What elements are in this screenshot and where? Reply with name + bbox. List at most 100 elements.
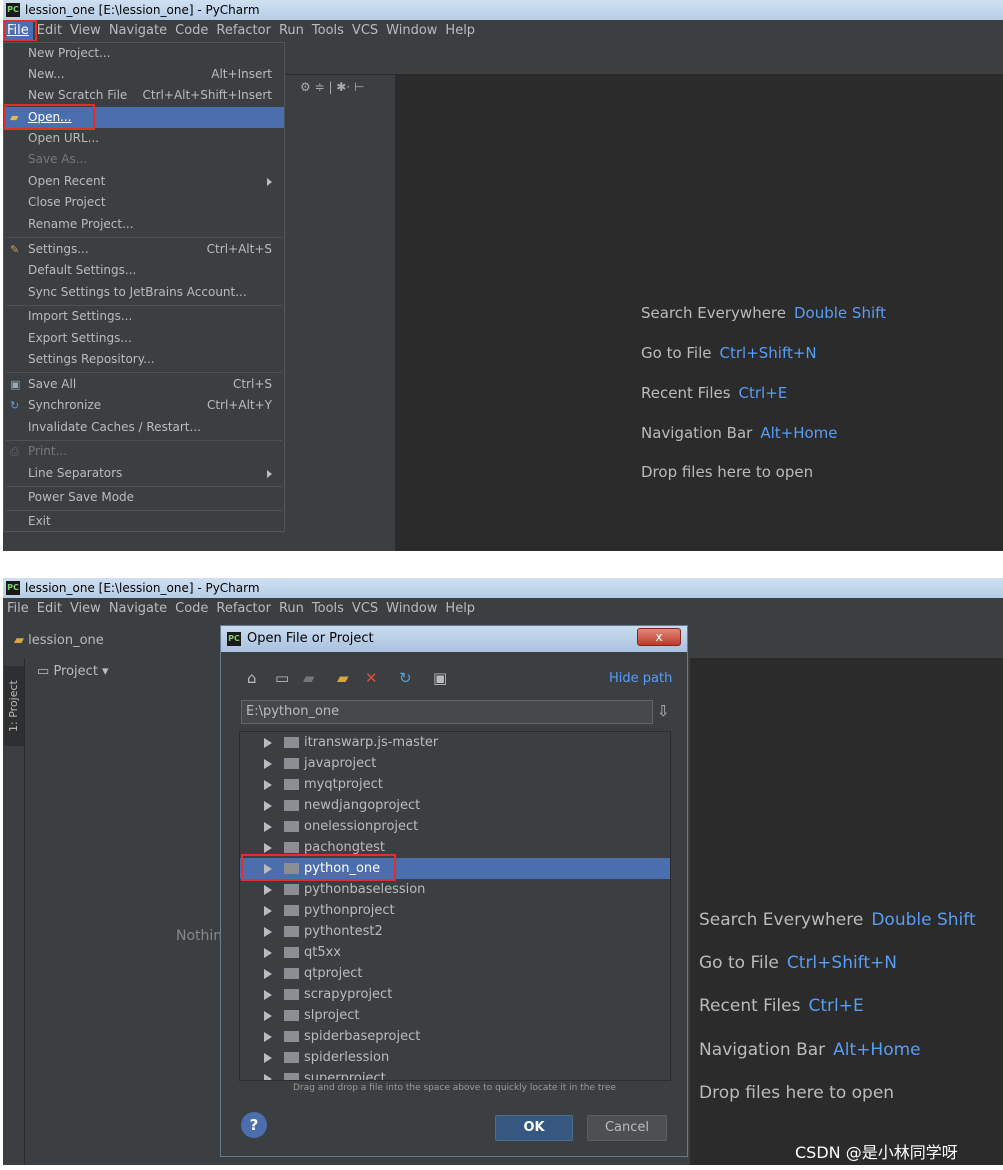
menu-item-new-project[interactable]: New Project... <box>4 43 284 64</box>
tree-row[interactable]: pythonbaselession <box>240 879 670 900</box>
menu-file[interactable]: File <box>3 598 33 619</box>
cancel-button[interactable]: Cancel <box>587 1115 667 1141</box>
window-title: lession_one [E:\lession_one] - PyCharm <box>25 581 260 595</box>
menu-edit[interactable]: Edit <box>33 598 66 619</box>
refresh-icon[interactable]: ↻ <box>399 669 412 687</box>
menu-vcs[interactable]: VCS <box>348 20 382 41</box>
tree-row[interactable]: pythontest2 <box>240 921 670 942</box>
delete-icon[interactable]: ✕ <box>365 669 378 687</box>
tree-row[interactable]: pythonproject <box>240 900 670 921</box>
menu-help[interactable]: Help <box>441 20 479 41</box>
menu-item-open-url[interactable]: Open URL... <box>4 128 284 149</box>
tree-row[interactable]: spiderbaseproject <box>240 1026 670 1047</box>
empty-project-text: Nothin <box>176 928 223 944</box>
open-item-highlight <box>4 104 95 130</box>
pycharm-logo-icon: PC <box>227 632 241 646</box>
tree-row[interactable]: scrapyproject <box>240 984 670 1005</box>
menu-window[interactable]: Window <box>382 598 441 619</box>
sync-icon: ↻ <box>10 399 20 412</box>
help-button[interactable]: ? <box>241 1112 267 1138</box>
tree-row[interactable]: myqtproject <box>240 774 670 795</box>
hide-path-link[interactable]: Hide path <box>609 671 672 686</box>
history-icon[interactable]: ⇩ <box>657 702 670 720</box>
menu-code[interactable]: Code <box>171 20 212 41</box>
menu-item-export-settings[interactable]: Export Settings... <box>4 328 284 349</box>
tree-row[interactable]: slproject <box>240 1005 670 1026</box>
menu-view[interactable]: View <box>66 20 105 41</box>
project-toolbar-icons[interactable]: ⚙ ≑ | ✱· ⊢ <box>300 80 364 94</box>
menu-item-import-settings[interactable]: Import Settings... <box>4 306 284 327</box>
menu-navigate[interactable]: Navigate <box>105 598 171 619</box>
project-folder-icon: ▰ <box>14 633 24 648</box>
menu-item-invalidate-caches[interactable]: Invalidate Caches / Restart... <box>4 417 284 438</box>
menu-navigate[interactable]: Navigate <box>105 20 171 41</box>
menu-run[interactable]: Run <box>275 20 308 41</box>
folder-tree: itranswarp.js-master javaproject myqtpro… <box>239 731 671 1081</box>
show-hidden-icon[interactable]: ▣ <box>433 669 447 687</box>
new-folder-icon[interactable]: ▰ <box>337 669 349 687</box>
tree-row[interactable]: superproject <box>240 1068 670 1080</box>
menu-item-power-save-mode[interactable]: Power Save Mode <box>4 487 284 508</box>
breadcrumb[interactable]: ▰ lession_one <box>14 633 104 648</box>
menu-window[interactable]: Window <box>382 20 441 41</box>
menu-item-exit[interactable]: Exit <box>4 511 284 532</box>
menu-run[interactable]: Run <box>275 598 308 619</box>
tree-row[interactable]: onelessionproject <box>240 816 670 837</box>
menu-item-save-as: Save As... <box>28 152 88 166</box>
close-button[interactable]: x <box>637 628 681 646</box>
menu-item-synchronize[interactable]: ↻ Synchronize Ctrl+Alt+Y <box>4 395 284 416</box>
tree-row[interactable]: qt5xx <box>240 942 670 963</box>
hint-navigation-bar: Navigation Bar Alt+Home <box>699 1040 921 1060</box>
menu-item-save-all[interactable]: ▣ Save All Ctrl+S <box>4 374 284 395</box>
menu-help[interactable]: Help <box>441 598 479 619</box>
tree-row[interactable]: newdjangoproject <box>240 795 670 816</box>
hint-go-to-file: Go to File Ctrl+Shift+N <box>699 953 897 973</box>
project-folder-icon[interactable]: ▰ <box>303 669 315 687</box>
tree-row[interactable]: javaproject <box>240 753 670 774</box>
menu-item-rename-project[interactable]: Rename Project... <box>4 214 284 235</box>
menu-tools[interactable]: Tools <box>308 598 348 619</box>
menu-refactor[interactable]: Refactor <box>212 20 275 41</box>
ok-button[interactable]: OK <box>495 1115 573 1141</box>
tree-row[interactable]: spiderlession <box>240 1047 670 1068</box>
menu-bar: File Edit View Navigate Code Refactor Run Tools… <box>3 20 1003 41</box>
navigation-strip <box>285 41 1003 75</box>
menu-vcs[interactable]: VCS <box>348 598 382 619</box>
desktop-icon[interactable]: ▭ <box>275 669 289 687</box>
file-menu-highlight <box>4 20 37 42</box>
menu-item-open-recent[interactable]: Open Recent <box>4 171 284 192</box>
menu-item-new[interactable]: New... Alt+Insert <box>4 64 284 85</box>
menu-item-default-settings[interactable]: Default Settings... <box>4 260 284 281</box>
window-title-bar: PC lession_one [E:\lession_one] - PyChar… <box>3 578 1003 598</box>
python-one-highlight <box>241 854 396 881</box>
submenu-arrow-icon <box>267 178 272 186</box>
hint-go-to-file: Go to File Ctrl+Shift+N <box>641 344 817 362</box>
menu-item-line-separators[interactable]: Line Separators <box>4 463 284 484</box>
window-title: lession_one [E:\lession_one] - PyCharm <box>25 3 260 17</box>
menu-refactor[interactable]: Refactor <box>212 598 275 619</box>
tree-row[interactable]: itranswarp.js-master <box>240 732 670 753</box>
path-input[interactable]: E:\python_one <box>241 700 653 724</box>
tab-project[interactable]: 1: Project <box>4 666 24 746</box>
menu-separator <box>6 237 282 238</box>
menu-item-new-scratch-file[interactable]: New Scratch File Ctrl+Alt+Shift+Insert <box>4 85 284 106</box>
menu-item-settings[interactable]: ✎ Settings... Ctrl+Alt+S <box>4 239 284 260</box>
open-file-dialog: PC Open File or Project x ⌂ ▭ ▰ ▰ ✕ ↻ ▣ … <box>220 625 688 1157</box>
menu-separator <box>6 372 282 373</box>
menu-code[interactable]: Code <box>171 598 212 619</box>
submenu-arrow-icon <box>267 470 272 478</box>
menu-view[interactable]: View <box>66 598 105 619</box>
project-icon: ▭ <box>37 664 50 679</box>
dialog-title: Open File or Project <box>247 631 374 646</box>
menu-item-sync-settings[interactable]: Sync Settings to JetBrains Account... <box>4 282 284 303</box>
printer-icon: ⎙ <box>10 445 19 458</box>
home-icon[interactable]: ⌂ <box>247 669 257 687</box>
project-view-selector[interactable]: ▭ Project ▾ <box>37 664 109 679</box>
menu-item-settings-repository[interactable]: Settings Repository... <box>4 349 284 370</box>
hint-recent-files: Recent Files Ctrl+E <box>641 384 788 402</box>
menu-item-close-project[interactable]: Close Project <box>4 192 284 213</box>
tree-row[interactable]: qtproject <box>240 963 670 984</box>
hint-drop-files: Drop files here to open <box>641 463 814 481</box>
menu-tools[interactable]: Tools <box>308 20 348 41</box>
menu-edit[interactable]: Edit <box>33 20 66 41</box>
